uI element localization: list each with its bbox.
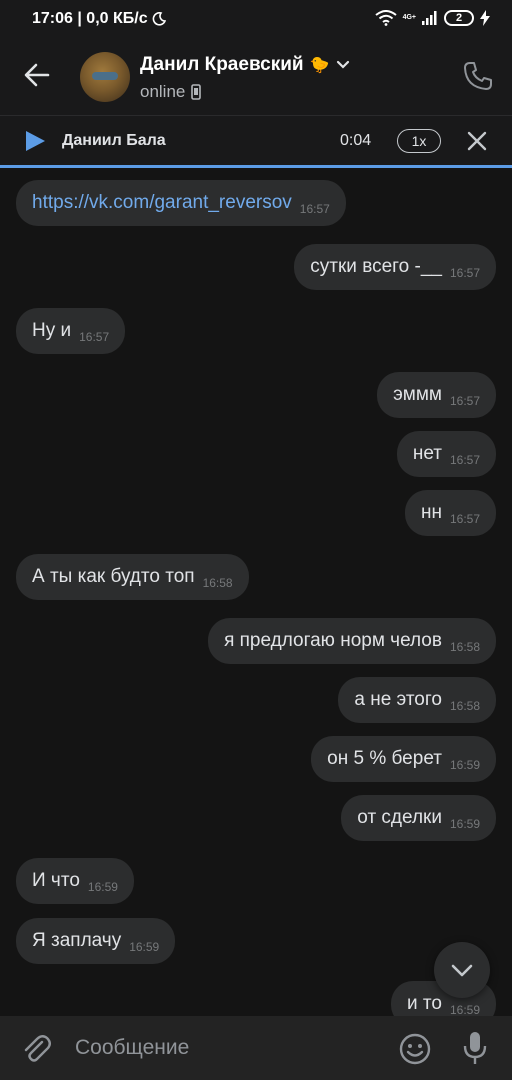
battery-level: 2 — [444, 10, 474, 26]
message-text: И что — [32, 870, 80, 891]
message-text: я предлогаю норм челов — [224, 630, 442, 651]
message-time: 16:59 — [449, 817, 480, 831]
status-bar: 17:06 | 0,0 КБ/с 4G+ 2 — [0, 0, 512, 40]
message-text: сутки всего -__ — [310, 256, 442, 277]
incoming-message[interactable]: Я заплачу 16:59 — [16, 918, 176, 964]
phone-icon[interactable] — [462, 60, 494, 92]
message-time: 16:59 — [449, 758, 480, 772]
speed-button[interactable]: 1x — [397, 129, 441, 153]
chevron-down-icon — [336, 60, 350, 70]
outgoing-message[interactable]: нн 16:57 — [404, 490, 496, 536]
message-text: он 5 % берет — [327, 748, 442, 769]
incoming-message[interactable]: Ну и 16:57 — [16, 308, 126, 354]
status-right: 4G+ 2 — [374, 10, 490, 26]
message-list[interactable]: https://vk.com/garant_reversov 16:57 сутки… — [0, 168, 512, 1016]
outgoing-message[interactable]: он 5 % берет 16:59 — [311, 736, 496, 782]
contact-name-row[interactable]: Данил Краевский 🐤 — [140, 54, 350, 76]
message-text: а не этого — [354, 689, 442, 710]
message-text: эммм — [393, 384, 442, 405]
outgoing-message[interactable]: от сделки 16:59 — [341, 795, 496, 841]
outgoing-message[interactable]: а не этого 16:58 — [338, 677, 496, 723]
name-emoji: 🐤 — [309, 57, 330, 74]
play-icon[interactable] — [24, 130, 46, 152]
track-title: Даниил Бала — [62, 132, 166, 149]
message-text: нн — [420, 502, 442, 523]
message-time: 16:58 — [202, 576, 233, 590]
message-input[interactable]: Сообщение — [75, 1036, 189, 1060]
emoji-icon[interactable] — [398, 1032, 432, 1066]
back-arrow-icon[interactable] — [22, 60, 52, 90]
outgoing-message[interactable]: эммм 16:57 — [377, 372, 496, 418]
message-time: 16:57 — [449, 512, 480, 526]
status-text: online — [140, 82, 186, 101]
message-time: 16:57 — [449, 266, 480, 280]
message-text: нет — [412, 443, 442, 464]
message-link[interactable]: https://vk.com/garant_reversov — [32, 192, 292, 214]
composer: Сообщение — [0, 1016, 512, 1080]
scroll-down-button[interactable] — [434, 942, 490, 998]
contact-name: Данил Краевский — [140, 54, 304, 75]
chevron-down-icon — [451, 964, 473, 977]
close-icon[interactable] — [466, 130, 488, 152]
outgoing-message[interactable]: я предлогаю норм челов 16:58 — [208, 618, 496, 664]
incoming-message[interactable]: И что 16:59 — [16, 858, 134, 904]
avatar[interactable] — [80, 52, 130, 102]
message-time: 16:57 — [299, 202, 330, 216]
outgoing-message[interactable]: нет 16:57 — [396, 431, 496, 477]
signal-icon — [422, 11, 438, 25]
status-time-speed: 17:06 | 0,0 КБ/с — [32, 10, 148, 27]
message-text: от сделки — [357, 807, 442, 828]
incoming-message[interactable]: https://vk.com/garant_reversov 16:57 — [16, 180, 346, 226]
moon-icon — [152, 12, 166, 26]
message-time: 16:59 — [87, 880, 118, 894]
message-time: 16:59 — [129, 940, 160, 954]
message-time: 16:59 — [449, 1003, 480, 1016]
chat-header: Данил Краевский 🐤 online — [0, 40, 512, 112]
network-type: 4G+ — [402, 14, 416, 21]
message-time: 16:58 — [449, 699, 480, 713]
audio-player[interactable]: Даниил Бала 0:04 1x — [0, 115, 512, 168]
message-text: Ну и — [32, 320, 72, 341]
status-left: 17:06 | 0,0 КБ/с — [32, 10, 166, 28]
contact-status: online — [140, 82, 202, 102]
message-time: 16:57 — [79, 330, 110, 344]
message-text: А ты как будто топ — [32, 566, 195, 587]
mobile-icon — [191, 84, 202, 100]
mic-icon[interactable] — [460, 1030, 490, 1066]
outgoing-message[interactable]: сутки всего -__ 16:57 — [294, 244, 496, 290]
message-time: 16:57 — [449, 394, 480, 408]
wifi-icon — [374, 10, 397, 26]
track-time: 0:04 — [340, 132, 372, 149]
incoming-message[interactable]: А ты как будто топ 16:58 — [16, 554, 249, 600]
message-time: 16:58 — [449, 640, 480, 654]
attach-icon[interactable] — [20, 1032, 52, 1064]
charging-icon — [480, 10, 490, 26]
message-text: Я заплачу — [32, 930, 122, 951]
message-time: 16:57 — [449, 453, 480, 467]
